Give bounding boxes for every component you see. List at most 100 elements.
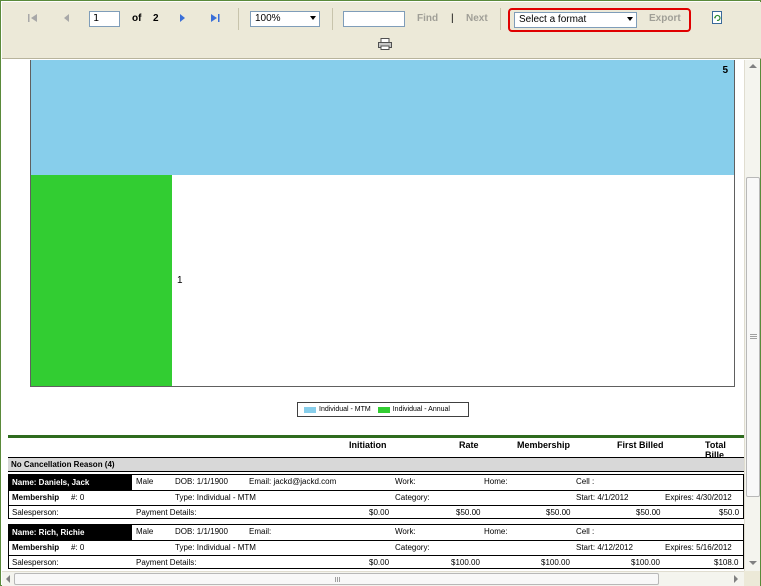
scroll-down-icon[interactable] (749, 561, 757, 565)
legend-label-mtm: Individual - MTM (319, 406, 371, 413)
member-dob: DOB: 1/1/1900 (175, 527, 228, 536)
total-billed-amount: $108.0 (714, 558, 739, 567)
legend-swatch-annual (377, 406, 390, 413)
next-match-button[interactable]: Next (466, 13, 488, 24)
first-billed-amount: $100.00 (631, 558, 660, 567)
salesperson-label: Salesperson: (12, 558, 59, 567)
refresh-button[interactable] (704, 6, 730, 28)
chevron-down-icon (310, 16, 316, 20)
vertical-scrollbar[interactable] (744, 60, 760, 571)
membership-number: #: 0 (71, 493, 85, 502)
group-header: No Cancellation Reason (4) (8, 457, 744, 472)
previous-page-icon (64, 14, 69, 22)
member-dob: DOB: 1/1/1900 (175, 477, 228, 486)
grip-line (335, 577, 336, 582)
chart-bar-individual-mtm (31, 60, 734, 175)
page-of-label: of (132, 13, 142, 24)
membership-amount: $100.00 (541, 558, 570, 567)
find-separator: | (451, 13, 454, 24)
salesperson-label: Salesperson: (12, 508, 59, 517)
report-viewer-window: 1 of 2 100% Find | Next Select a format … (0, 0, 761, 586)
membership-label: Membership (12, 543, 60, 552)
membership-start: Start: 4/12/2012 (576, 543, 633, 552)
toolbar-divider (238, 8, 239, 30)
payment-details-label: Payment Details: (136, 508, 197, 517)
print-icon (378, 38, 392, 50)
initiation-amount: $0.00 (369, 508, 390, 517)
horizontal-scroll-thumb[interactable] (14, 573, 659, 585)
grip-line (750, 336, 757, 337)
grip-line (750, 338, 757, 339)
first-page-button[interactable] (20, 7, 46, 29)
column-header-first-billed: First Billed (617, 440, 664, 450)
zoom-value: 100% (255, 13, 281, 24)
membership-type: Type: Individual - MTM (175, 543, 256, 552)
last-page-button[interactable] (202, 7, 228, 29)
report-toolbar: 1 of 2 100% Find | Next Select a format … (2, 2, 761, 59)
member-name: Name: Daniels, Jack (9, 475, 132, 490)
last-page-icon (211, 14, 220, 22)
membership-start: Start: 4/1/2012 (576, 493, 629, 502)
grip-line (337, 577, 338, 582)
membership-row: Membership #: 0 Type: Individual - MTM C… (9, 540, 743, 555)
vertical-scroll-thumb[interactable] (746, 177, 760, 497)
membership-category: Category: (395, 543, 430, 552)
billing-row: Salesperson: Payment Details: $0.00 $50.… (9, 505, 743, 520)
membership-chart: 5 1 (30, 60, 735, 387)
member-work-phone: Work: (395, 477, 416, 486)
rate-amount: $100.00 (451, 558, 480, 567)
member-record: Name: Daniels, Jack Male DOB: 1/1/1900 E… (8, 474, 744, 519)
member-home-phone: Home: (484, 477, 508, 486)
find-button[interactable]: Find (417, 13, 438, 24)
scroll-up-icon[interactable] (749, 64, 757, 68)
column-header-initiation: Initiation (349, 440, 387, 450)
membership-amount: $50.00 (546, 508, 571, 517)
member-info-row: Name: Daniels, Jack Male DOB: 1/1/1900 E… (9, 475, 743, 490)
chart-legend: Individual - MTM Individual - Annual (297, 402, 469, 417)
refresh-icon (712, 10, 722, 24)
previous-page-button[interactable] (54, 7, 80, 29)
member-cell-phone: Cell : (576, 477, 595, 486)
member-cell-phone: Cell : (576, 527, 595, 536)
grip-line (339, 577, 340, 582)
membership-row: Membership #: 0 Type: Individual - MTM C… (9, 490, 743, 505)
billing-row: Salesperson: Payment Details: $0.00 $100… (9, 555, 743, 570)
report-content-area: 5 1 Individual - MTM Individual - Annual… (2, 60, 744, 571)
first-billed-amount: $50.00 (636, 508, 661, 517)
zoom-select[interactable]: 100% (250, 11, 320, 27)
next-page-button[interactable] (169, 7, 195, 29)
membership-number: #: 0 (71, 543, 85, 552)
member-work-phone: Work: (395, 527, 416, 536)
member-info-row: Name: Rich, Richie Male DOB: 1/1/1900 Em… (9, 525, 743, 540)
member-email: Email: jackd@jackd.com (249, 477, 337, 486)
next-page-icon (180, 14, 185, 22)
initiation-amount: $0.00 (369, 558, 390, 567)
horizontal-scrollbar[interactable] (2, 571, 744, 586)
member-record: Name: Rich, Richie Male DOB: 1/1/1900 Em… (8, 524, 744, 569)
member-home-phone: Home: (484, 527, 508, 536)
scroll-left-icon[interactable] (6, 575, 10, 583)
first-page-icon (28, 14, 37, 22)
chart-data-label-annual: 1 (177, 275, 183, 286)
find-input[interactable] (343, 11, 405, 27)
print-button[interactable] (372, 33, 398, 55)
legend-label-annual: Individual - Annual (392, 406, 450, 413)
column-header-membership: Membership (517, 440, 571, 450)
membership-type: Type: Individual - MTM (175, 493, 256, 502)
page-total: 2 (153, 13, 159, 24)
scroll-right-icon[interactable] (734, 575, 738, 583)
payment-details-label: Payment Details: (136, 558, 197, 567)
section-divider (8, 435, 744, 438)
scrollbar-corner (744, 571, 760, 586)
chart-data-label-mtm: 5 (722, 65, 728, 76)
member-name: Name: Rich, Richie (9, 525, 132, 540)
member-email: Email: (249, 527, 272, 536)
legend-item-mtm: Individual - MTM (304, 406, 371, 413)
membership-label: Membership (12, 493, 60, 502)
rate-amount: $50.00 (456, 508, 481, 517)
grip-line (750, 334, 757, 335)
membership-expires: Expires: 5/16/2012 (665, 543, 732, 552)
page-number-input[interactable]: 1 (89, 11, 120, 27)
total-billed-amount: $50.0 (719, 508, 740, 517)
legend-swatch-mtm (304, 406, 316, 413)
